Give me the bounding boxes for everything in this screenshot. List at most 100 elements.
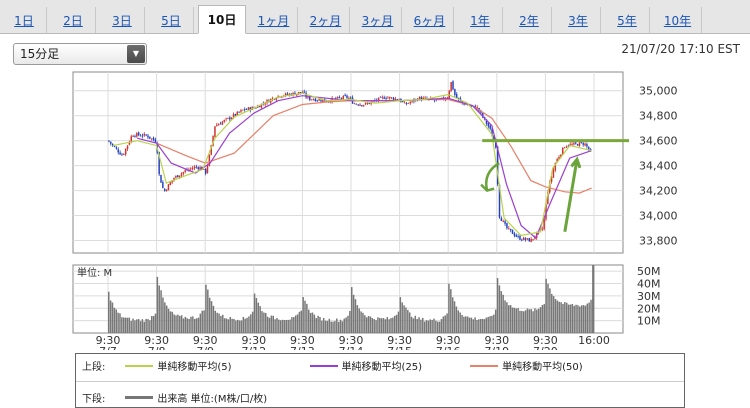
volume-bar-3-18 <box>287 319 289 333</box>
price-volume-chart: 35,000 34,800 34,600 34,400 34,200 34,000 33,8… <box>72 71 678 350</box>
candle-body-62 <box>223 120 225 122</box>
volume-bar-8-8 <box>511 307 514 333</box>
volume-bar-2-0 <box>205 284 207 333</box>
volume-bar-1-22 <box>197 317 200 333</box>
legend-divider <box>76 381 684 382</box>
candle-body-14 <box>134 135 136 137</box>
volume-bar-2-22 <box>246 317 248 333</box>
candle-body-220 <box>517 236 519 237</box>
volume-bar-9-6 <box>556 300 559 333</box>
volume-bar-4-25 <box>349 310 351 333</box>
candle-body-32 <box>167 184 170 191</box>
volume-bar-4-6 <box>313 314 316 333</box>
volume-bar-5-9 <box>367 316 370 333</box>
volume-bar-2-20 <box>242 316 245 333</box>
volume-bar-7-17 <box>479 318 482 333</box>
volume-bar-3-12 <box>276 318 278 333</box>
volume-bar-8-6 <box>508 305 510 333</box>
candle-body-70 <box>238 111 240 113</box>
volume-bar-0-12 <box>130 321 132 333</box>
volume-bar-5-23 <box>393 315 396 333</box>
candle-body-255 <box>582 143 584 145</box>
volume-bar-7-10 <box>466 316 469 333</box>
volume-bar-0-16 <box>137 319 140 333</box>
volume-bar-3-24 <box>298 311 301 333</box>
volume-bar-8-20 <box>534 308 536 333</box>
volume-bar-9-12 <box>567 304 570 333</box>
volume-bar-4-9 <box>319 317 321 333</box>
volume-bar-6-8 <box>414 315 417 333</box>
candle-body-5 <box>117 149 119 153</box>
volume-bar-1-2 <box>160 290 162 333</box>
volume-bar-1-17 <box>188 318 190 333</box>
candle-body-30 <box>163 188 166 191</box>
candle-body-137 <box>362 104 365 106</box>
volume-tick-label-3: 20M <box>637 302 661 315</box>
candle-body-250 <box>573 142 575 145</box>
volume-bar-6-24 <box>444 315 446 333</box>
volume-bar-9-4 <box>552 296 555 333</box>
volume-bar-2-23 <box>248 316 250 333</box>
volume-bar-2-4 <box>212 305 215 333</box>
volume-bar-2-12 <box>227 319 230 333</box>
volume-bar-7-4 <box>455 306 458 333</box>
price-tick-label-2: 34,600 <box>639 135 678 148</box>
volume-bar-8-22 <box>537 308 540 333</box>
candle-body-204 <box>487 123 490 127</box>
volume-bar-1-4 <box>164 302 166 333</box>
x-tick-date-3: 7/12 <box>241 345 266 350</box>
volume-bar-5-6 <box>362 312 364 333</box>
volume-bar-9-17 <box>577 305 579 333</box>
volume-bar-0-8 <box>122 317 125 333</box>
volume-bar-0-24 <box>152 316 155 333</box>
candle-body-8 <box>123 154 125 155</box>
volume-bar-0-3 <box>113 307 116 333</box>
legend-item-ma25: 単純移動平均(25) <box>309 358 422 373</box>
legend-swatch-ma50 <box>470 364 499 367</box>
legend-item-ma50: 単純移動平均(50) <box>470 358 583 373</box>
volume-bar-3-2 <box>257 302 260 333</box>
volume-bar-4-12 <box>324 320 327 333</box>
volume-bar-4-1 <box>304 300 306 333</box>
candle-body-218 <box>513 233 516 236</box>
candle-body-57 <box>214 126 216 137</box>
candle-body-160 <box>405 103 408 105</box>
volume-bar-0-20 <box>145 318 147 333</box>
volume-bar-5-3 <box>356 305 359 333</box>
volume-bar-1-14 <box>182 318 185 333</box>
volume-bar-2-10 <box>223 318 226 333</box>
volume-bar-4-5 <box>311 312 314 333</box>
volume-bar-9-16 <box>575 304 577 333</box>
volume-bar-5-7 <box>364 315 366 333</box>
x-tick-time-10: 16:00 <box>578 334 610 347</box>
volume-bar-6-21 <box>438 321 441 333</box>
volume-bar-4-23 <box>345 317 347 333</box>
volume-bar-9-9 <box>562 303 564 333</box>
candle-body-225 <box>526 238 529 240</box>
candle-body-226 <box>528 238 531 242</box>
volume-bar-8-1 <box>498 285 501 333</box>
volume-bar-6-2 <box>403 305 405 333</box>
volume-bar-9-24 <box>590 299 592 333</box>
volume-bar-3-1 <box>255 297 258 333</box>
volume-bar-9-15 <box>573 305 575 333</box>
volume-bar-4-20 <box>339 319 342 333</box>
volume-bar-8-16 <box>526 308 529 333</box>
candle-body-134 <box>357 104 359 106</box>
price-tick-label-3: 34,400 <box>639 160 678 173</box>
volume-bar-1-12 <box>179 315 181 333</box>
candle-body-215 <box>508 228 510 229</box>
volume-bar-5-15 <box>379 317 381 333</box>
candle-body-64 <box>227 117 229 119</box>
candle-body-7 <box>121 154 123 156</box>
volume-bar-3-6 <box>265 312 267 333</box>
candle-body-68 <box>234 114 237 116</box>
volume-bar-0-9 <box>124 317 127 333</box>
candle-body-0 <box>108 140 110 142</box>
candle-body-53 <box>206 165 209 173</box>
volume-tick-label-2: 30M <box>637 290 661 303</box>
volume-bar-5-13 <box>375 320 377 333</box>
candle-body-125 <box>340 98 343 99</box>
volume-bar-7-0 <box>448 283 450 333</box>
volume-bar-6-13 <box>423 321 426 333</box>
